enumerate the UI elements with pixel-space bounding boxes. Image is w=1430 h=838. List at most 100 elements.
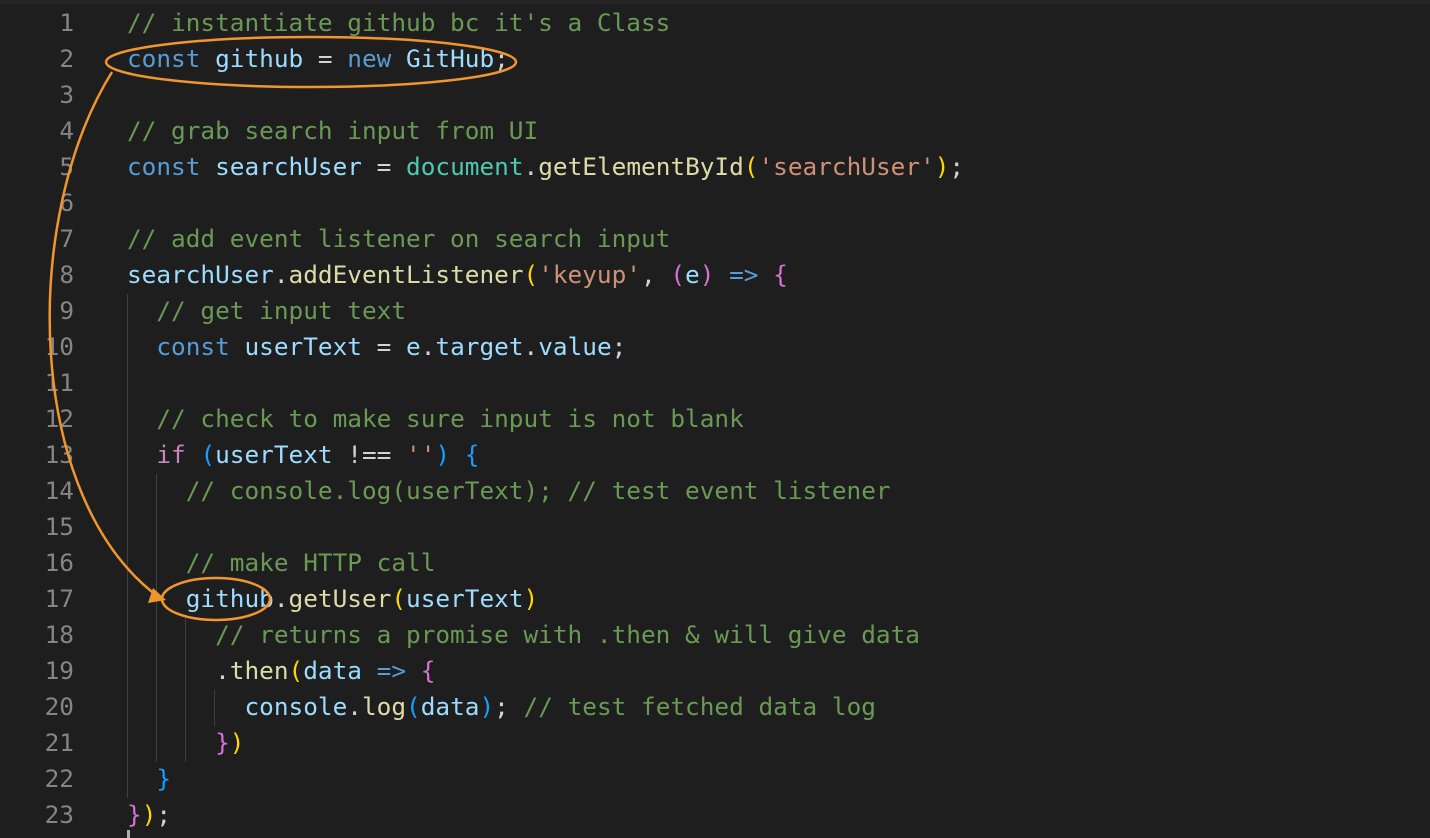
code-text[interactable]: if (userText !== '') {	[127, 437, 479, 473]
code-token: {	[773, 260, 788, 289]
code-line[interactable]: 3	[0, 77, 1430, 113]
code-text[interactable]: const searchUser = document.getElementBy…	[127, 149, 964, 185]
code-line[interactable]: 6	[0, 185, 1430, 221]
code-text[interactable]: // console.log(userText); // test event …	[127, 473, 891, 509]
code-token: )	[523, 584, 539, 613]
code-token: addEventListener	[288, 260, 524, 289]
code-token: ;	[494, 692, 524, 721]
code-line[interactable]: 7 // add event listener on search input	[0, 221, 1430, 257]
line-number: 7	[59, 224, 74, 253]
indent-guide	[214, 690, 215, 726]
code-token: .	[523, 332, 539, 361]
line-number: 22	[44, 764, 74, 793]
code-line[interactable]: 19 .then(data => {	[0, 653, 1430, 689]
line-number: 4	[59, 116, 74, 145]
line-number: 8	[59, 260, 74, 289]
code-line[interactable]: 12 // check to make sure input is not bl…	[0, 401, 1430, 437]
line-number: 21	[44, 728, 74, 757]
text-cursor	[127, 830, 130, 838]
code-line[interactable]: 16 // make HTTP call	[0, 545, 1430, 581]
code-line[interactable]: 10 const userText = e.target.value;	[0, 329, 1430, 365]
indent-guide	[156, 474, 157, 762]
code-token: github	[185, 584, 274, 613]
code-token: .	[523, 152, 539, 181]
code-token: {	[420, 656, 436, 685]
code-text[interactable]: searchUser.addEventListener('keyup', (e)…	[127, 257, 788, 293]
code-text[interactable]: console.log(data); // test fetched data …	[127, 689, 875, 725]
code-token: // console.log(userText); // test event …	[185, 476, 891, 505]
code-line[interactable]: 5 const searchUser = document.getElementB…	[0, 149, 1430, 185]
code-text[interactable]: github.getUser(userText)	[127, 581, 538, 617]
code-line[interactable]: 15	[0, 509, 1430, 545]
code-text[interactable]: // make HTTP call	[127, 545, 436, 581]
code-token: const	[127, 152, 201, 181]
code-text[interactable]: // grab search input from UI	[127, 113, 538, 149]
code-line[interactable]: 23});	[0, 797, 1430, 833]
code-token: getUser	[288, 584, 392, 613]
code-token: (	[288, 656, 304, 685]
line-number: 17	[44, 584, 74, 613]
code-token: (	[406, 692, 421, 721]
code-token: const	[127, 44, 201, 73]
code-token: ;	[494, 44, 509, 73]
code-token: 'keyup'	[538, 260, 641, 289]
code-line[interactable]: 4 // grab search input from UI	[0, 113, 1430, 149]
code-token: .	[273, 584, 289, 613]
code-token: .	[420, 332, 436, 361]
code-text[interactable]: // instantiate github bc it's a Class	[127, 5, 670, 41]
code-line[interactable]: 21 })	[0, 725, 1430, 761]
code-token: }	[127, 800, 142, 829]
code-token: const	[156, 332, 230, 361]
code-token: target	[435, 332, 524, 361]
code-token: .	[127, 656, 230, 685]
code-token: then	[229, 656, 289, 685]
code-text[interactable]: // get input text	[127, 293, 406, 329]
line-number: 15	[44, 512, 74, 541]
code-line[interactable]: 1 // instantiate github bc it's a Class	[0, 5, 1430, 41]
line-number: 9	[59, 296, 74, 325]
code-text[interactable]: // returns a promise with .then & will g…	[127, 617, 920, 653]
code-text[interactable]: // add event listener on search input	[127, 221, 670, 257]
code-line[interactable]: 17 github.getUser(userText)	[0, 581, 1430, 617]
code-line[interactable]: 13 if (userText !== '') {	[0, 437, 1430, 473]
code-line[interactable]: 11	[0, 365, 1430, 401]
code-line[interactable]: 18 // returns a promise with .then & wil…	[0, 617, 1430, 653]
code-token: // add event listener on search input	[127, 224, 671, 253]
code-text[interactable]: const github = new GitHub;	[127, 41, 509, 77]
code-text[interactable]: .then(data => {	[127, 653, 435, 689]
code-text[interactable]: const userText = e.target.value;	[127, 329, 626, 365]
code-token: =>	[729, 260, 759, 289]
line-number: 19	[44, 656, 74, 685]
code-token: getElementById	[538, 152, 744, 181]
code-token: searchUser	[127, 260, 274, 289]
code-line[interactable]: 14 // console.log(userText); // test eve…	[0, 473, 1430, 509]
line-number: 12	[44, 404, 74, 433]
code-token: ;	[949, 152, 965, 181]
code-line[interactable]: 8 searchUser.addEventListener('keyup', (e…	[0, 257, 1430, 293]
code-token: // instantiate github bc it's a Class	[127, 8, 671, 37]
code-text[interactable]: // check to make sure input is not blank	[127, 401, 743, 437]
code-line[interactable]: 9 // get input text	[0, 293, 1430, 329]
code-token: e	[685, 260, 700, 289]
line-number: 3	[59, 80, 74, 109]
line-number: 2	[59, 44, 74, 73]
line-number: 13	[44, 440, 74, 469]
code-token: =	[361, 332, 407, 361]
indent-guide	[127, 294, 128, 798]
line-number: 1	[59, 8, 74, 37]
code-token: GitHub	[406, 44, 495, 73]
code-token: )	[699, 260, 715, 289]
code-line[interactable]: 22 }	[0, 761, 1430, 797]
code-token: (	[743, 152, 759, 181]
code-editor[interactable]: 1 // instantiate github bc it's a Class 2 c…	[0, 0, 1430, 838]
code-text[interactable]: }	[127, 761, 171, 797]
code-line[interactable]: 2 const github = new GitHub;	[0, 41, 1430, 77]
code-token: value	[538, 332, 612, 361]
code-token: )	[229, 728, 245, 757]
code-text[interactable]: });	[127, 797, 171, 833]
